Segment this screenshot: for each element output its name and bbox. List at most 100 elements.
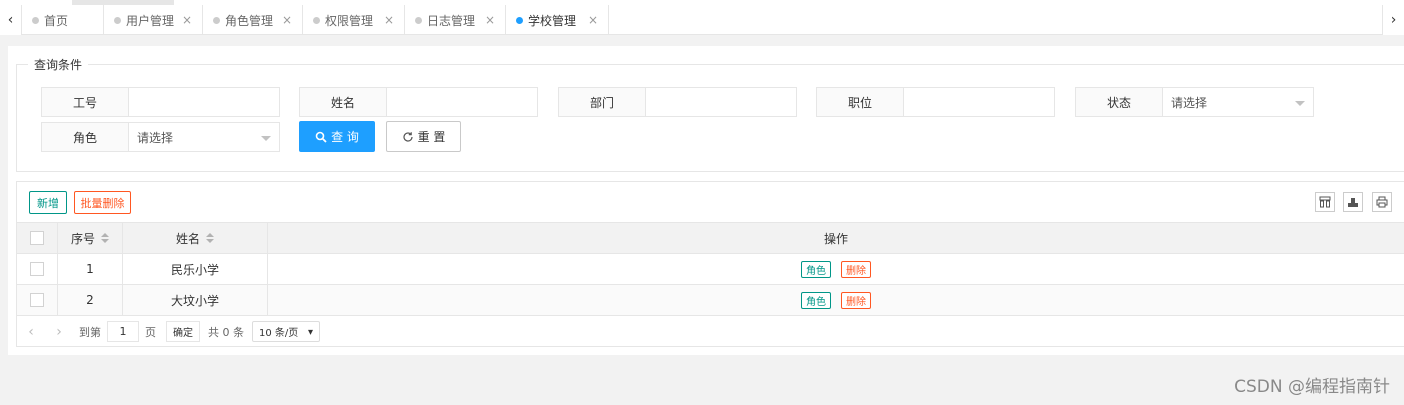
row-no: 1 xyxy=(58,254,123,284)
row-checkbox[interactable] xyxy=(30,262,44,276)
tab-label: 角色管理 xyxy=(225,13,274,28)
role-button[interactable]: 角色 xyxy=(801,291,831,309)
table-header: 序号 姓名 操作 xyxy=(17,223,1404,254)
status-select-value: 请选择 xyxy=(1171,95,1208,110)
tab-dot-icon xyxy=(415,17,422,24)
name-label: 姓名 xyxy=(299,87,386,117)
select-all-checkbox[interactable] xyxy=(30,231,44,245)
chevron-down-icon: ▾ xyxy=(307,327,313,338)
search-button[interactable]: 查 询 xyxy=(299,121,375,152)
sort-icon[interactable] xyxy=(101,233,109,243)
name-field: 姓名 xyxy=(299,87,538,117)
delete-button[interactable]: 删除 xyxy=(841,291,871,309)
row-name: 民乐小学 xyxy=(123,254,268,284)
row-checkbox[interactable] xyxy=(30,293,44,307)
close-icon[interactable]: × xyxy=(485,13,495,27)
close-icon[interactable]: × xyxy=(588,13,598,27)
header-op-label: 操作 xyxy=(823,231,848,246)
delete-button[interactable]: 删除 xyxy=(841,260,871,278)
page-unit-label: 页 xyxy=(145,325,156,339)
header-no-label: 序号 xyxy=(70,231,95,246)
name-input[interactable] xyxy=(386,87,538,117)
data-table-card: 新增 批量删除 序号 姓名 操作 1 民乐小学 角色 删除 2 大坟小学 角色 … xyxy=(16,181,1404,347)
chevron-right-icon: › xyxy=(1390,12,1397,28)
role-button[interactable]: 角色 xyxy=(801,260,831,278)
tab-label: 学校管理 xyxy=(528,13,577,28)
header-no[interactable]: 序号 xyxy=(58,223,123,253)
caret-down-icon xyxy=(1295,101,1305,106)
page-size-select[interactable]: 10 条/页 ▾ xyxy=(252,321,320,342)
header-select-all xyxy=(17,223,58,253)
row-name: 大坟小学 xyxy=(123,285,268,315)
tab-dot-icon xyxy=(213,17,220,24)
dept-input[interactable] xyxy=(645,87,797,117)
emp-no-field: 工号 xyxy=(41,87,280,117)
reset-button[interactable]: 重 置 xyxy=(386,121,461,152)
batch-delete-button[interactable]: 批量删除 xyxy=(74,191,131,214)
role-select[interactable]: 请选择 xyxy=(128,122,280,152)
total-count: 共 0 条 xyxy=(208,325,244,339)
tab-user-management[interactable]: 用户管理 × xyxy=(104,5,203,35)
tab-dot-icon xyxy=(32,17,39,24)
status-select[interactable]: 请选择 xyxy=(1162,87,1314,117)
page-input[interactable]: 1 xyxy=(107,321,139,342)
chevron-left-icon: ‹ xyxy=(7,12,14,28)
confirm-page-button[interactable]: 确定 xyxy=(166,321,200,342)
tab-label: 首页 xyxy=(44,13,69,28)
header-name[interactable]: 姓名 xyxy=(123,223,268,253)
page-size-value: 10 条/页 xyxy=(259,328,299,339)
tab-permission-management[interactable]: 权限管理 × xyxy=(303,5,405,35)
row-checkbox-cell xyxy=(17,285,58,315)
row-checkbox-cell xyxy=(17,254,58,284)
query-legend: 查询条件 xyxy=(34,58,83,72)
print-button[interactable] xyxy=(1372,192,1392,212)
tab-home[interactable]: 首页 xyxy=(22,5,104,35)
role-field: 角色 请选择 xyxy=(41,122,280,152)
tab-dot-icon xyxy=(114,17,121,24)
export-button[interactable] xyxy=(1343,192,1363,212)
export-icon xyxy=(1348,198,1358,207)
prev-page-icon[interactable]: ‹ xyxy=(17,324,45,340)
close-icon[interactable]: × xyxy=(182,13,192,27)
tab-scroll-right-button[interactable]: › xyxy=(1382,5,1404,35)
next-page-icon[interactable]: › xyxy=(45,324,73,340)
search-icon xyxy=(315,131,327,143)
goto-label: 到第 xyxy=(79,325,101,339)
tab-dot-icon xyxy=(516,17,523,24)
tab-bar: ‹ 首页 用户管理 × 角色管理 × 权限管理 × 日志管理 × 学校管理 × … xyxy=(0,5,1404,35)
row-actions: 角色 删除 xyxy=(268,285,1404,315)
refresh-icon xyxy=(402,131,413,142)
reset-button-label: 重 置 xyxy=(417,130,446,144)
status-label: 状态 xyxy=(1075,87,1162,117)
dept-label: 部门 xyxy=(558,87,645,117)
columns-filter-button[interactable] xyxy=(1315,192,1335,212)
tab-log-management[interactable]: 日志管理 × xyxy=(405,5,506,35)
search-button-label: 查 询 xyxy=(331,130,359,144)
tab-label: 日志管理 xyxy=(427,13,476,28)
emp-no-input[interactable] xyxy=(128,87,280,117)
watermark: CSDN @编程指南针 xyxy=(1234,377,1390,397)
tab-school-management[interactable]: 学校管理 × xyxy=(506,5,609,35)
status-field: 状态 请选择 xyxy=(1075,87,1314,117)
close-icon[interactable]: × xyxy=(384,13,394,27)
tab-label: 用户管理 xyxy=(126,13,175,28)
columns-icon xyxy=(1319,196,1331,208)
close-icon[interactable]: × xyxy=(282,13,292,27)
pagination: ‹ › 到第 1 页 确定 共 0 条 10 条/页 ▾ xyxy=(17,316,1404,347)
tab-dot-icon xyxy=(313,17,320,24)
tab-label: 权限管理 xyxy=(325,13,374,28)
print-icon xyxy=(1376,196,1388,208)
header-name-label: 姓名 xyxy=(175,231,200,246)
emp-no-label: 工号 xyxy=(41,87,128,117)
role-label: 角色 xyxy=(41,122,128,152)
dept-field: 部门 xyxy=(558,87,797,117)
position-input[interactable] xyxy=(903,87,1055,117)
caret-down-icon xyxy=(261,136,271,141)
sort-icon[interactable] xyxy=(206,233,214,243)
table-toolbar: 新增 批量删除 xyxy=(17,182,1404,223)
tab-scroll-left-button[interactable]: ‹ xyxy=(0,5,22,35)
table-row: 2 大坟小学 角色 删除 xyxy=(17,285,1404,316)
position-field: 职位 xyxy=(816,87,1055,117)
add-button[interactable]: 新增 xyxy=(29,191,67,214)
tab-role-management[interactable]: 角色管理 × xyxy=(203,5,303,35)
